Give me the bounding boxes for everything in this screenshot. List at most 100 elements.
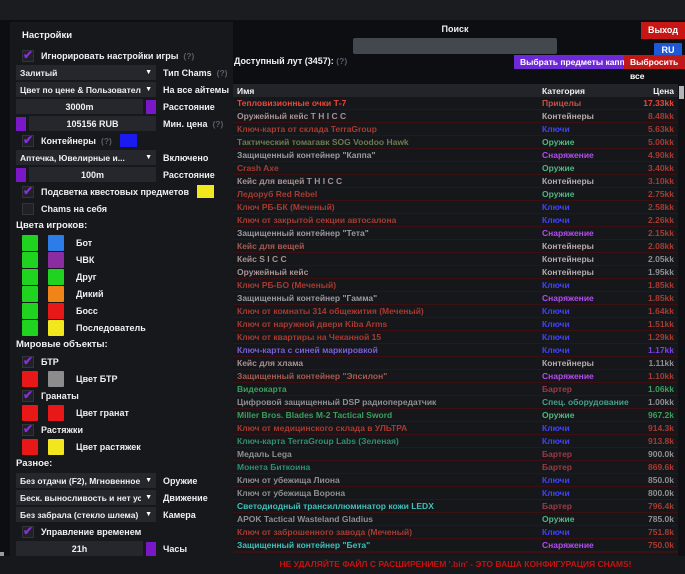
checkbox[interactable]: ✔: [22, 356, 34, 368]
color-swatch[interactable]: [146, 100, 156, 114]
loot-row[interactable]: Ключ от заброшенного завода (Меченый)Клю…: [233, 526, 678, 539]
hint-icon[interactable]: (?): [217, 68, 228, 78]
dropdown[interactable]: Без забрала (стекло шлема)▼: [16, 507, 156, 522]
color-swatch[interactable]: [48, 371, 64, 387]
loot-count-text: Доступный лут (3457):: [234, 56, 334, 66]
loot-row[interactable]: Тактический томагавк SOG Voodoo HawkОруж…: [233, 136, 678, 149]
color-swatch[interactable]: [22, 269, 38, 285]
loot-row[interactable]: Ключ от квартиры на Чеканной 15Ключи1.29…: [233, 331, 678, 344]
loot-row[interactable]: Защищенный контейнер "Бета"Снаряжение750…: [233, 539, 678, 552]
value-input[interactable]: [16, 541, 143, 556]
dropdown[interactable]: Цвет по цене & Пользователь▼: [16, 82, 156, 97]
color-swatch[interactable]: [22, 235, 38, 251]
color-swatch[interactable]: [22, 303, 38, 319]
loot-row[interactable]: Ключ-карта с синей маркировкойКлючи1.17k…: [233, 344, 678, 357]
loot-row[interactable]: Ключ от убежища ВоронаКлючи800.0k: [233, 487, 678, 500]
loot-row[interactable]: Ключ-карта от склада TerraGroupКлючи5.63…: [233, 123, 678, 136]
loot-row[interactable]: Miller Bros. Blades M-2 Tactical SwordОр…: [233, 409, 678, 422]
value-input[interactable]: [16, 99, 143, 114]
loot-row[interactable]: Ледоруб Red RebelОружие2.75kk: [233, 188, 678, 201]
dropdown[interactable]: Аптечка, Ювелирные и...▼: [16, 150, 156, 165]
loot-row[interactable]: Ключ от комнаты 314 общежития (Меченый)К…: [233, 305, 678, 318]
color-swatch[interactable]: [22, 371, 38, 387]
hint-icon[interactable]: (?): [212, 119, 223, 129]
loot-row[interactable]: Защищенный контейнер "Каппа"Снаряжение4.…: [233, 149, 678, 162]
loot-row[interactable]: Ключ РБ-БО (Меченый)Ключи1.85kk: [233, 279, 678, 292]
settings-row: Расстояние: [14, 166, 229, 183]
color-swatch[interactable]: [22, 320, 38, 336]
color-swatch[interactable]: [48, 252, 64, 268]
color-swatch[interactable]: [48, 439, 64, 455]
checkbox[interactable]: [22, 203, 34, 215]
loot-row[interactable]: Кейс S I C CКонтейнеры2.05kk: [233, 253, 678, 266]
column-header-price[interactable]: Цена: [632, 86, 678, 96]
color-swatch[interactable]: [22, 286, 38, 302]
loot-row[interactable]: Ключ от наружной двери Kiba ArmsКлючи1.5…: [233, 318, 678, 331]
loot-hint-icon[interactable]: (?): [336, 56, 347, 66]
color-swatch[interactable]: [48, 286, 64, 302]
dropdown[interactable]: Без отдачи (F2), Мгновенное п▼: [16, 473, 156, 488]
color-swatch[interactable]: [48, 320, 64, 336]
color-swatch[interactable]: [197, 185, 214, 198]
loot-item-category: Контейнеры: [542, 241, 632, 251]
loot-row[interactable]: Кейс для хламаКонтейнеры1.11kk: [233, 357, 678, 370]
checkmark-icon: ✔: [23, 186, 33, 196]
color-swatch[interactable]: [16, 168, 26, 182]
loot-row[interactable]: ВидеокартаБартер1.06kk: [233, 383, 678, 396]
color-swatch[interactable]: [22, 405, 38, 421]
hint-icon[interactable]: (?): [101, 136, 112, 146]
color-swatch[interactable]: [16, 117, 26, 131]
checkbox[interactable]: ✔: [22, 424, 34, 436]
loot-row[interactable]: Ключ от медицинского склада в УЛЬТРАКлюч…: [233, 422, 678, 435]
loot-row[interactable]: Ключ-карта TerraGroup Labs (Зеленая)Ключ…: [233, 435, 678, 448]
column-header-name[interactable]: Имя: [233, 86, 542, 96]
loot-scrollbar-thumb[interactable]: [679, 86, 684, 99]
loot-row[interactable]: Ключ РБ-БК (Меченый)Ключи2.58kk: [233, 201, 678, 214]
exit-button[interactable]: Выход: [641, 22, 685, 39]
column-header-category[interactable]: Категория: [542, 86, 632, 96]
checkbox-label: БТР: [41, 357, 59, 367]
color-swatch[interactable]: [48, 269, 64, 285]
loot-row[interactable]: Оружейный кейсКонтейнеры1.95kk: [233, 266, 678, 279]
loot-row[interactable]: Монета БиткоинаБартер869.6k: [233, 461, 678, 474]
color-swatch[interactable]: [146, 542, 156, 556]
loot-item-category: Оружие: [542, 410, 632, 420]
loot-row[interactable]: Цифровой защищенный DSP радиопередатчикС…: [233, 396, 678, 409]
value-input[interactable]: [29, 116, 156, 131]
checkbox[interactable]: ✔: [22, 135, 34, 147]
loot-row[interactable]: Защищенный контейнер "Эпсилон"Снаряжение…: [233, 370, 678, 383]
drop-all-button[interactable]: Выбросить все: [624, 55, 685, 69]
color-swatch[interactable]: [48, 405, 64, 421]
loot-row[interactable]: Оружейный кейс T H I C CКонтейнеры8.48kk: [233, 110, 678, 123]
color-swatch[interactable]: [22, 439, 38, 455]
value-input[interactable]: [29, 167, 156, 182]
color-swatch[interactable]: [22, 252, 38, 268]
dropdown[interactable]: Залитый▼: [16, 65, 156, 80]
loot-item-category: Спец. оборудование: [542, 397, 632, 407]
loot-row[interactable]: Crash AxeОружие3.40kk: [233, 162, 678, 175]
checkbox[interactable]: ✔: [22, 526, 34, 538]
checkbox[interactable]: ✔: [22, 390, 34, 402]
loot-row[interactable]: Кейс для вещейКонтейнеры2.08kk: [233, 240, 678, 253]
color-swatch[interactable]: [48, 235, 64, 251]
checkbox[interactable]: ✔: [22, 50, 34, 62]
checkbox[interactable]: ✔: [22, 186, 34, 198]
loot-row[interactable]: Защищенный контейнер "Гамма"Снаряжение1.…: [233, 292, 678, 305]
hint-icon[interactable]: (?): [183, 51, 194, 61]
loot-item-price: 796.4k: [632, 501, 678, 511]
color-swatch[interactable]: [120, 134, 137, 147]
loot-row[interactable]: Тепловизионные очки Т-7Прицелы17.33kk: [233, 97, 678, 110]
loot-item-price: 1.17kk: [632, 345, 678, 355]
loot-row[interactable]: Ключ от закрытой секции автосалонаКлючи2…: [233, 214, 678, 227]
loot-row[interactable]: Медаль LegaБартер900.0k: [233, 448, 678, 461]
dropdown[interactable]: Беск. выносливость и нет уста▼: [16, 490, 156, 505]
loot-row[interactable]: Кейс для вещей T H I C CКонтейнеры3.10kk: [233, 175, 678, 188]
loot-row[interactable]: APOK Tactical Wasteland GladiusОружие785…: [233, 513, 678, 526]
loot-row[interactable]: Ключ от убежища ЛионаКлючи850.0k: [233, 474, 678, 487]
color-swatch[interactable]: [48, 303, 64, 319]
search-input[interactable]: [353, 38, 557, 54]
loot-row[interactable]: Светодиодный трансиллюминатор кожи LEDXБ…: [233, 500, 678, 513]
loot-scrollbar[interactable]: [678, 84, 685, 556]
select-kappa-items-button[interactable]: Выбрать предметы каппа: [514, 55, 635, 69]
loot-row[interactable]: Защищенный контейнер "Тета"Снаряжение2.1…: [233, 227, 678, 240]
